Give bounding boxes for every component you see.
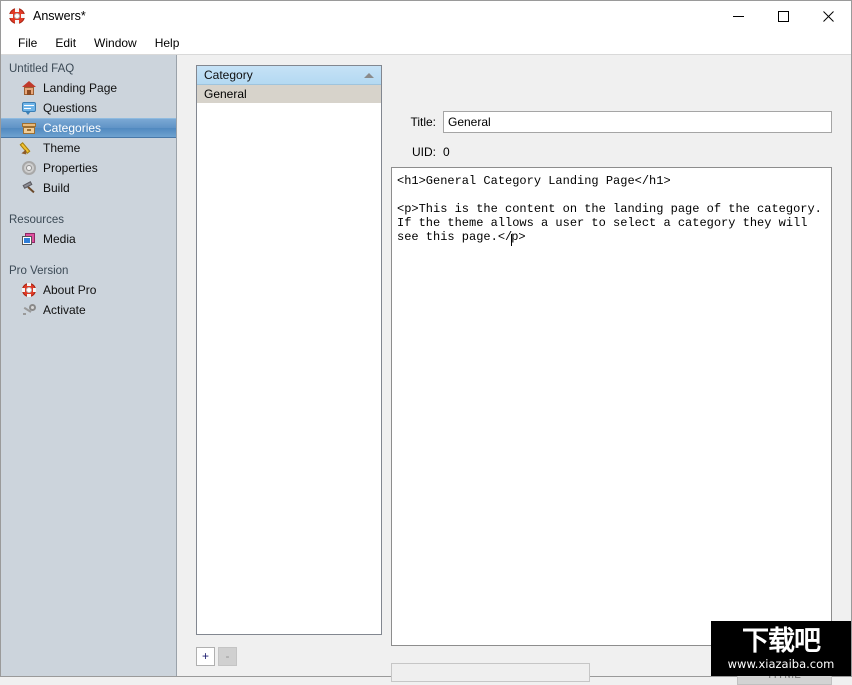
title-label: Title:	[410, 115, 436, 129]
sidebar-item-properties[interactable]: Properties	[1, 158, 176, 178]
sidebar-item-label-media: Media	[43, 232, 76, 246]
menu-file[interactable]: File	[9, 33, 46, 53]
close-button[interactable]	[806, 1, 851, 31]
sidebar-group-resources: Resources Media	[1, 212, 176, 249]
menu-help[interactable]: Help	[146, 33, 189, 53]
uid-label: UID:	[412, 145, 436, 159]
speech-bubble-icon	[21, 100, 37, 116]
pencil-icon	[19, 140, 37, 157]
sidebar-item-categories[interactable]: Categories	[1, 118, 176, 138]
window-title: Answers*	[33, 9, 86, 23]
sidebar-group-untitled-faq: Untitled FAQ Landing Page Questions Cate…	[1, 61, 176, 198]
sidebar-item-label-activate: Activate	[43, 303, 86, 317]
maximize-button[interactable]	[761, 1, 806, 31]
category-list[interactable]: Category General	[196, 65, 382, 635]
lifebuoy-icon	[21, 282, 37, 298]
category-list-header[interactable]: Category	[197, 66, 381, 85]
sidebar-item-label-about-pro: About Pro	[43, 283, 97, 297]
sidebar-item-label-categories: Categories	[43, 121, 102, 135]
sidebar-group-title-untitled-faq: Untitled FAQ	[9, 63, 75, 75]
gear-icon	[21, 160, 37, 176]
sidebar-item-questions[interactable]: Questions	[1, 98, 176, 118]
table-row[interactable]: General	[197, 85, 381, 103]
sidebar: Untitled FAQ Landing Page Questions Cate…	[1, 55, 177, 676]
sidebar-group-title-resources: Resources	[9, 214, 64, 226]
window-controls	[716, 1, 851, 31]
sidebar-item-label-landing-page: Landing Page	[43, 81, 118, 95]
sidebar-item-label-questions: Questions	[43, 101, 98, 115]
html-content-after-caret: p>	[511, 230, 526, 244]
application-window: Answers* File Edit Window Help Untitled …	[0, 0, 852, 685]
sidebar-item-build[interactable]: Build	[1, 178, 176, 198]
main-content: Category General + - Title: UID:	[177, 55, 851, 685]
media-icon	[21, 231, 37, 247]
lifebuoy-icon	[9, 8, 25, 24]
menu-edit[interactable]: Edit	[46, 33, 85, 53]
title-field-row: Title:	[391, 111, 832, 133]
close-icon	[823, 10, 834, 22]
remove-category-button[interactable]: -	[218, 647, 237, 666]
sidebar-item-landing-page[interactable]: Landing Page	[1, 78, 176, 98]
title-input[interactable]	[443, 111, 832, 133]
menu-bar: File Edit Window Help	[1, 31, 851, 54]
uid-value: 0	[443, 145, 450, 159]
title-bar-left: Answers*	[1, 8, 86, 24]
minimize-icon	[733, 15, 744, 17]
body-split: Untitled FAQ Landing Page Questions Cate…	[1, 54, 851, 685]
sidebar-item-about-pro[interactable]: About Pro	[1, 280, 176, 300]
sidebar-group-title-pro-version: Pro Version	[9, 265, 69, 277]
title-bar: Answers*	[1, 1, 851, 31]
house-icon	[21, 80, 37, 96]
sort-ascending-icon	[364, 72, 374, 78]
sidebar-item-activate[interactable]: Activate	[1, 300, 176, 320]
html-content-editor[interactable]: <h1>General Category Landing Page</h1> <…	[391, 167, 832, 646]
key-icon	[21, 302, 37, 318]
category-list-header-label: Category	[204, 68, 253, 82]
hammer-icon	[21, 180, 37, 196]
add-category-button[interactable]: +	[196, 647, 215, 666]
sidebar-group-pro-version: Pro Version About Pro Activate	[1, 263, 176, 320]
maximize-icon	[778, 10, 789, 22]
sidebar-item-theme[interactable]: Theme	[1, 138, 176, 158]
box-icon	[21, 120, 37, 136]
sidebar-item-label-theme: Theme	[43, 141, 81, 155]
status-input[interactable]	[391, 663, 590, 682]
minimize-button[interactable]	[716, 1, 761, 31]
sidebar-item-label-build: Build	[43, 181, 70, 195]
html-button[interactable]: HTML	[737, 663, 832, 685]
text-caret	[511, 234, 513, 246]
menu-window[interactable]: Window	[85, 33, 146, 53]
html-content-text: <h1>General Category Landing Page</h1> <…	[397, 174, 826, 246]
category-editor-panel: Title: UID: 0 <h1>General Category Landi…	[391, 55, 851, 685]
html-content-before-caret: <h1>General Category Landing Page</h1> <…	[397, 174, 822, 244]
uid-row: UID: 0	[391, 145, 450, 159]
category-row-label: General	[204, 87, 247, 101]
category-list-buttons: + -	[196, 647, 237, 666]
sidebar-item-label-properties: Properties	[43, 161, 98, 175]
sidebar-item-media[interactable]: Media	[1, 229, 176, 249]
